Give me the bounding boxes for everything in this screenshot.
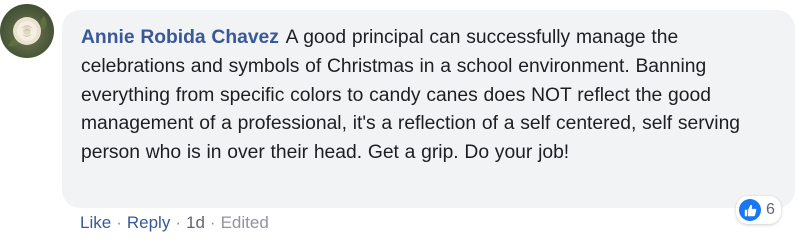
comment-body: Annie Robida Chavez A good principal can… <box>81 24 781 168</box>
separator: · <box>116 213 122 232</box>
like-icon <box>739 199 761 221</box>
reaction-summary[interactable]: 6 <box>736 196 781 224</box>
rose-avatar-image <box>8 16 47 47</box>
reply-link[interactable]: Reply <box>127 213 170 232</box>
separator: · <box>175 213 181 232</box>
reaction-count: 6 <box>766 201 775 218</box>
author-name[interactable]: Annie Robida Chavez <box>81 27 279 48</box>
avatar[interactable] <box>0 4 54 58</box>
like-link[interactable]: Like <box>80 213 111 232</box>
edited-label[interactable]: Edited <box>221 213 269 232</box>
separator: · <box>209 213 216 232</box>
timestamp[interactable]: 1d <box>186 213 205 232</box>
comment-actions: Like · Reply · 1d · Edited <box>80 210 269 236</box>
comment-bubble: Annie Robida Chavez A good principal can… <box>62 10 795 208</box>
